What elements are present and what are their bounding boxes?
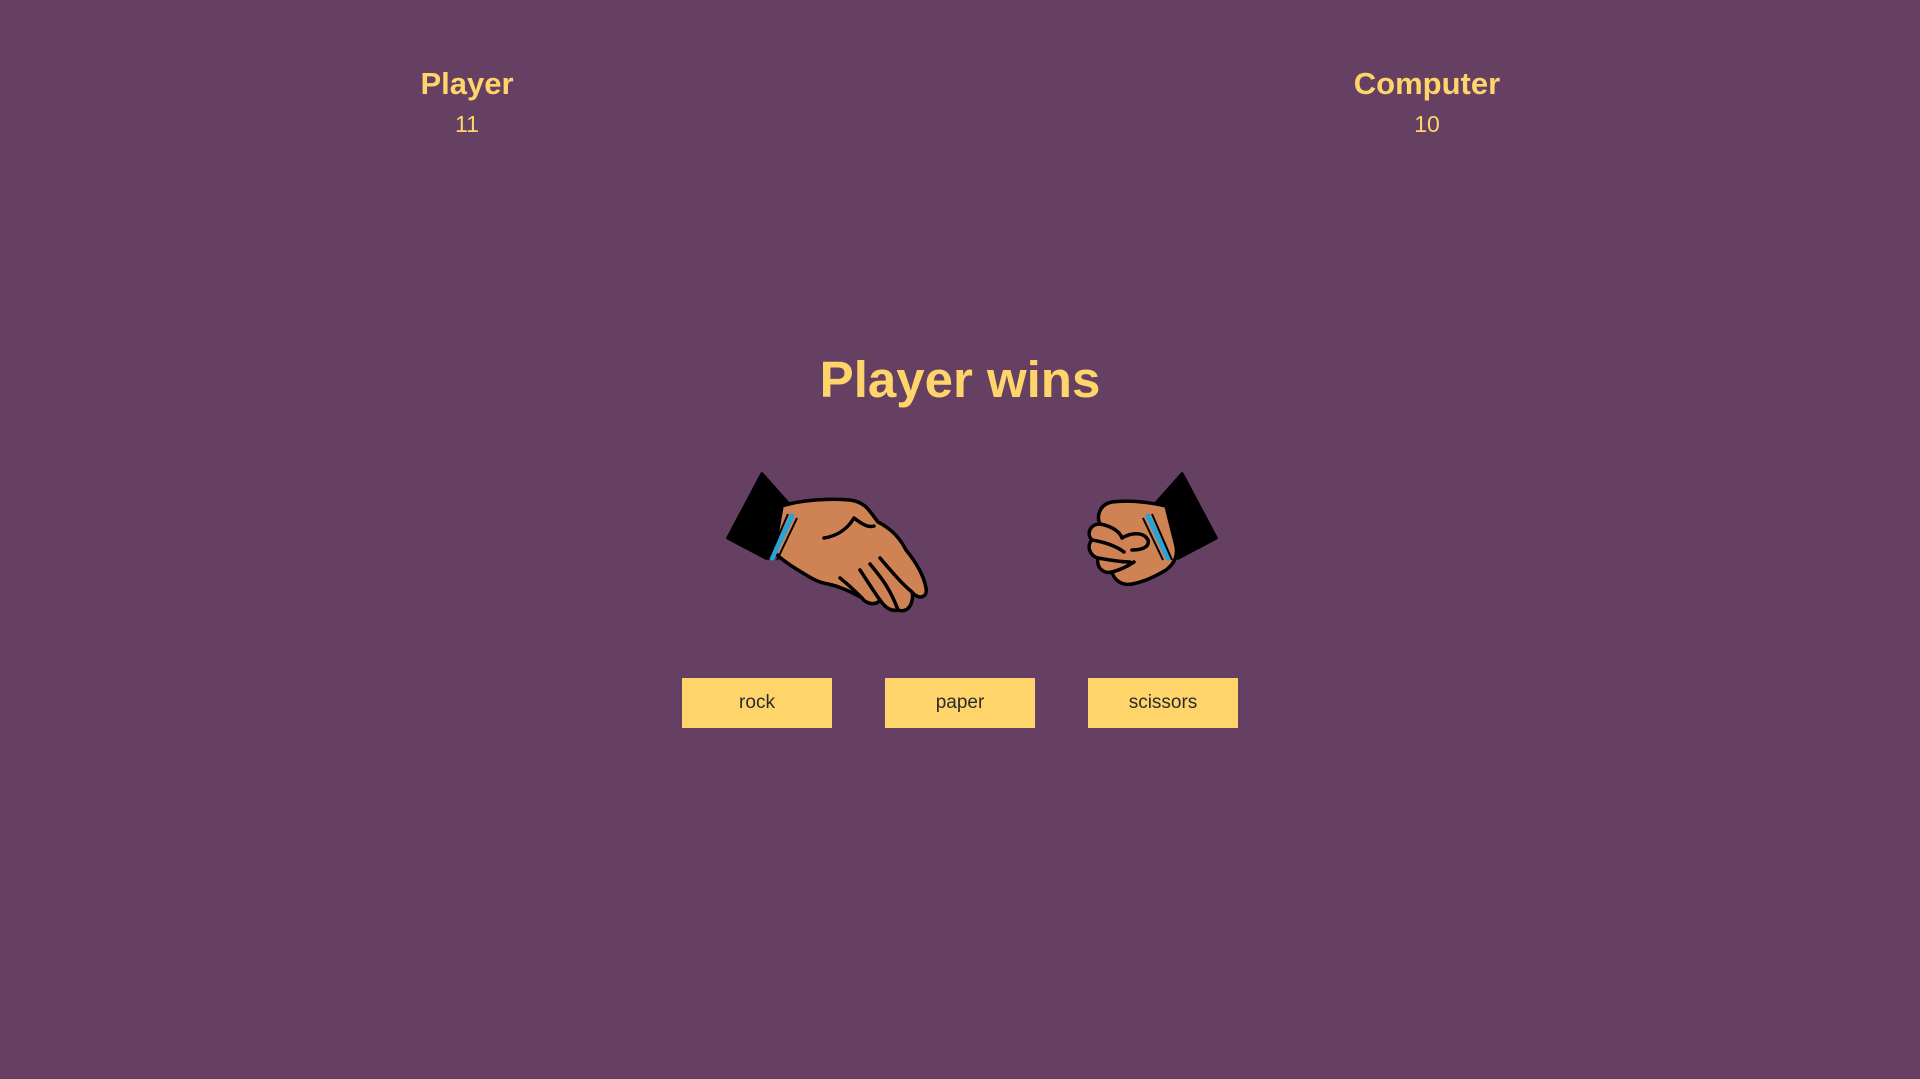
game-screen: Player 11 Computer 10 Player wins rock p…	[0, 0, 1920, 1079]
rock-button[interactable]: rock	[682, 678, 832, 728]
choice-buttons: rock paper scissors	[682, 678, 1238, 728]
paper-hand-icon	[726, 472, 928, 613]
player-label: Player	[420, 66, 514, 101]
scissors-button[interactable]: scissors	[1088, 678, 1238, 728]
player-score: 11	[455, 111, 479, 137]
player-score-panel: Player 11	[317, 64, 617, 140]
computer-score-panel: Computer 10	[1277, 64, 1577, 140]
paper-button[interactable]: paper	[885, 678, 1035, 728]
rock-hand-icon	[1087, 472, 1218, 587]
result-message: Player wins	[819, 351, 1101, 408]
computer-label: Computer	[1353, 66, 1501, 101]
computer-score: 10	[1414, 111, 1440, 137]
